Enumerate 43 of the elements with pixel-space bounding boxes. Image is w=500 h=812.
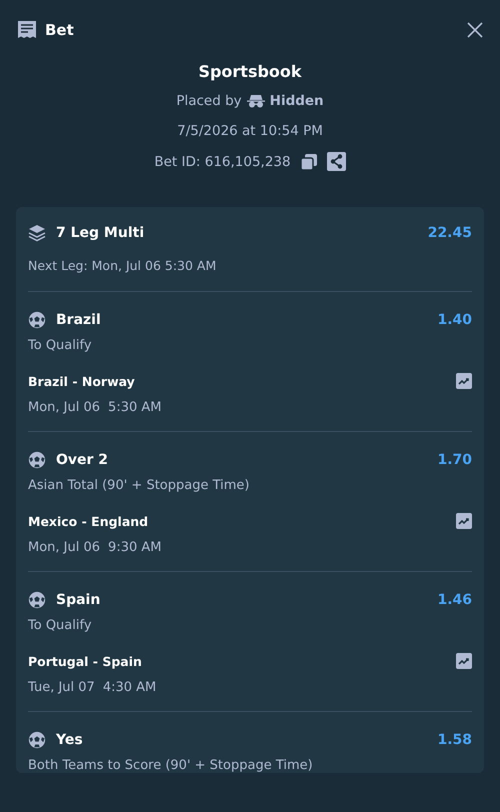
bet-id: Bet ID: 616,105,238 xyxy=(154,154,291,170)
match-time: 9:30 AM xyxy=(108,540,162,555)
total-odds: 22.45 xyxy=(428,225,472,241)
placed-by-user: Hidden xyxy=(270,93,324,109)
soccer-ball-icon xyxy=(28,311,46,329)
trend-chart-icon[interactable] xyxy=(456,373,472,389)
selection-name: Yes xyxy=(56,732,84,748)
receipt-icon xyxy=(17,20,37,40)
close-button[interactable] xyxy=(466,21,484,39)
match-time: 4:30 AM xyxy=(102,680,156,695)
incognito-icon xyxy=(246,94,265,108)
soccer-ball-icon xyxy=(28,591,46,609)
match-name[interactable]: Brazil - Norway xyxy=(28,374,135,388)
market-name: To Qualify xyxy=(28,338,93,353)
match-date: Mon, Jul 06 xyxy=(28,400,100,415)
window-title: Bet xyxy=(45,21,75,39)
trend-chart-icon[interactable] xyxy=(456,653,472,669)
match-date: Tue, Jul 07 xyxy=(28,680,95,695)
selection-name: Over 2 xyxy=(56,452,110,468)
placed-date: 7/5/2026 at 10:54 PM xyxy=(177,123,323,139)
odds-value: 1.70 xyxy=(437,452,472,468)
match-name[interactable]: Mexico - England xyxy=(28,514,148,528)
selection-name: Spain xyxy=(56,592,102,608)
multi-title: 7 Leg Multi xyxy=(56,225,146,241)
bet-source: Sportsbook xyxy=(198,62,302,81)
placed-by-label: Placed by xyxy=(176,93,242,109)
market-name: To Qualify xyxy=(28,618,93,633)
match-date: Mon, Jul 06 xyxy=(28,540,100,555)
market-name: Both Teams to Score (90' + Stoppage Time) xyxy=(28,758,314,773)
copy-button[interactable] xyxy=(300,152,318,170)
trend-chart-icon[interactable] xyxy=(456,513,472,529)
layers-icon xyxy=(28,224,46,242)
odds-value: 1.40 xyxy=(437,312,472,328)
odds-value: 1.58 xyxy=(437,732,472,748)
selection-name: Brazil xyxy=(56,312,102,328)
share-button[interactable] xyxy=(326,152,346,171)
soccer-ball-icon xyxy=(28,731,46,749)
next-leg-time: Next Leg: Mon, Jul 06 5:30 AM xyxy=(28,258,218,275)
match-time: 5:30 AM xyxy=(108,400,162,415)
market-name: Asian Total (90' + Stoppage Time) xyxy=(28,478,250,493)
odds-value: 1.46 xyxy=(437,592,472,608)
soccer-ball-icon xyxy=(28,451,46,469)
match-name[interactable]: Portugal - Spain xyxy=(28,654,142,668)
